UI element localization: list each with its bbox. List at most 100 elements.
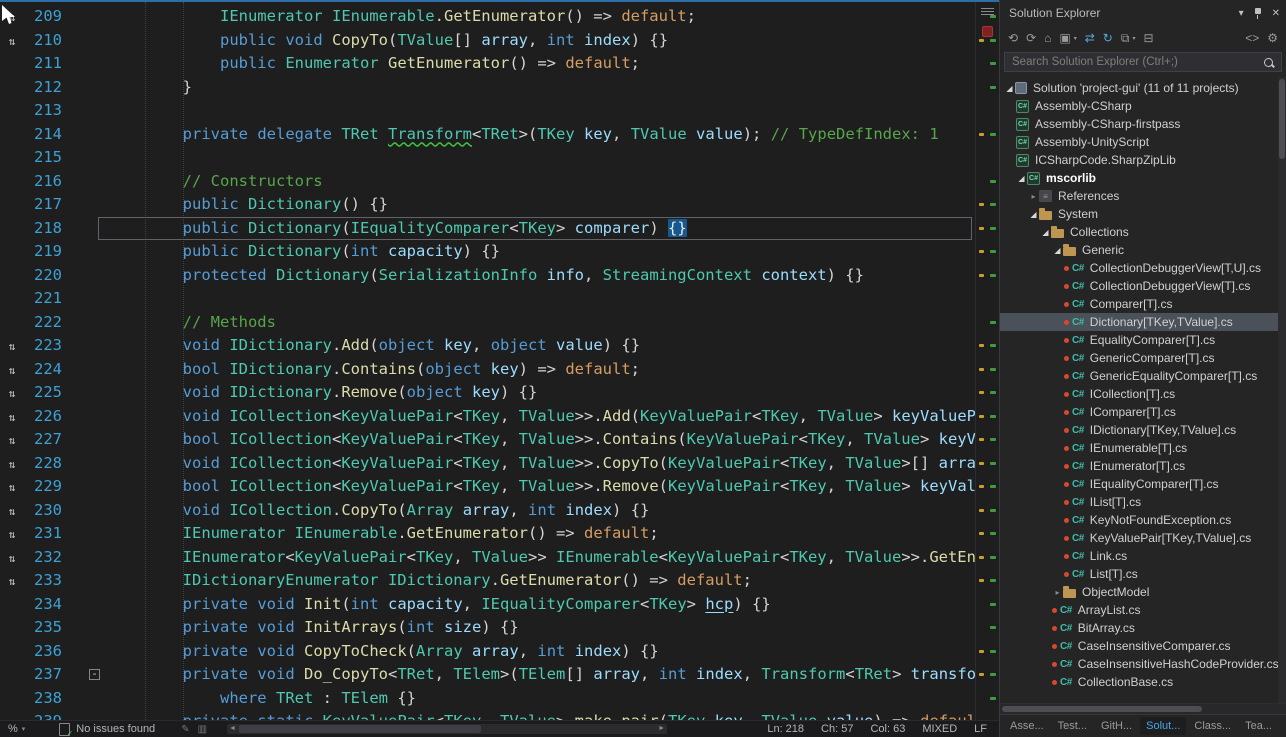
editor-horizontal-scrollbar[interactable]: ◄ ►: [227, 724, 667, 734]
line-number[interactable]: 209: [24, 5, 67, 29]
glyph-margin[interactable]: [0, 99, 24, 123]
collapse-icon[interactable]: ◢: [1004, 84, 1015, 93]
code-text[interactable]: void ICollection.CopyTo(Array array, int…: [108, 499, 649, 523]
line-number[interactable]: 228: [24, 452, 67, 476]
zoom-dropdown[interactable]: % ▾: [0, 723, 35, 735]
tree-item[interactable]: C#GenericComparer[T].cs: [1000, 349, 1286, 367]
tree-item[interactable]: C#EqualityComparer[T].cs: [1000, 331, 1286, 349]
tree-item[interactable]: ▸ObjectModel: [1000, 583, 1286, 601]
line-number[interactable]: 211: [24, 52, 67, 76]
glyph-margin[interactable]: [0, 217, 24, 241]
line-number[interactable]: 227: [24, 428, 67, 452]
outlining-margin[interactable]: [67, 640, 108, 664]
glyph-margin[interactable]: [0, 123, 24, 147]
tree-item[interactable]: C#Assembly-UnityScript: [1000, 133, 1286, 151]
tree-item[interactable]: C#IEnumerable[T].cs: [1000, 439, 1286, 457]
code-line[interactable]: 214 private delegate TRet Transform<TRet…: [0, 123, 975, 147]
search-icon[interactable]: [1264, 58, 1273, 67]
code-line[interactable]: 211 public Enumerator GetEnumerator() =>…: [0, 52, 975, 76]
glyph-margin[interactable]: ⇅: [0, 452, 24, 476]
code-text[interactable]: // Methods: [108, 311, 276, 335]
tree-item[interactable]: C#IComparer[T].cs: [1000, 403, 1286, 421]
tree-vertical-scrollbar[interactable]: [1278, 77, 1286, 703]
code-line[interactable]: 221: [0, 287, 975, 311]
tree-item[interactable]: C#CaseInsensitiveHashCodeProvider.cs: [1000, 655, 1286, 673]
line-number[interactable]: 237: [24, 663, 67, 687]
home-icon[interactable]: ⌂: [1044, 32, 1051, 44]
outlining-margin[interactable]: [67, 52, 108, 76]
implements-icon[interactable]: ⇅: [9, 434, 16, 447]
outlining-margin[interactable]: [67, 428, 108, 452]
outlining-margin[interactable]: [67, 593, 108, 617]
outlining-margin[interactable]: [67, 311, 108, 335]
code-line[interactable]: 222 // Methods: [0, 311, 975, 335]
line-number[interactable]: 234: [24, 593, 67, 617]
outlining-margin[interactable]: [67, 264, 108, 288]
line-number[interactable]: 236: [24, 640, 67, 664]
code-line[interactable]: 219 public Dictionary(int capacity) {}: [0, 240, 975, 264]
glyph-margin[interactable]: ⇅: [0, 499, 24, 523]
code-line[interactable]: ⇅227 bool ICollection<KeyValuePair<TKey,…: [0, 428, 975, 452]
implements-icon[interactable]: ⇅: [9, 35, 16, 48]
line-number[interactable]: 232: [24, 546, 67, 570]
code-text[interactable]: IEnumerator<KeyValuePair<TKey, TValue>> …: [108, 546, 975, 570]
outlining-margin[interactable]: [67, 217, 108, 241]
outlining-margin[interactable]: [67, 522, 108, 546]
line-number[interactable]: 233: [24, 569, 67, 593]
code-text[interactable]: IDictionaryEnumerator IDictionary.GetEnu…: [108, 569, 752, 593]
glyph-margin[interactable]: ⇅: [0, 358, 24, 382]
glyph-margin[interactable]: [0, 146, 24, 170]
scrollbar-thumb[interactable]: [239, 725, 481, 733]
code-line[interactable]: 215: [0, 146, 975, 170]
code-line[interactable]: ⇅225 void IDictionary.Remove(object key)…: [0, 381, 975, 405]
code-line[interactable]: 239 private static KeyValuePair<TKey, TV…: [0, 710, 975, 720]
tree-item[interactable]: C#ICSharpCode.SharpZipLib: [1000, 151, 1286, 169]
outlining-margin[interactable]: [67, 240, 108, 264]
code-line[interactable]: ⇅210 public void CopyTo(TValue[] array, …: [0, 29, 975, 53]
code-text[interactable]: void ICollection<KeyValuePair<TKey, TVal…: [108, 405, 975, 429]
code-text[interactable]: bool IDictionary.Contains(object key) =>…: [108, 358, 640, 382]
code-line[interactable]: 212 }: [0, 76, 975, 100]
expand-icon[interactable]: ▸: [1052, 588, 1063, 597]
glyph-margin[interactable]: [0, 311, 24, 335]
outlining-margin[interactable]: -: [67, 663, 108, 687]
line-number[interactable]: 222: [24, 311, 67, 335]
tree-item[interactable]: C#Dictionary[TKey,TValue].cs: [1000, 313, 1286, 331]
line-number[interactable]: 229: [24, 475, 67, 499]
code-text[interactable]: private void CopyToCheck(Array array, in…: [108, 640, 659, 664]
implements-icon[interactable]: ⇅: [9, 575, 16, 588]
chevron-down-icon[interactable]: ▾: [1132, 35, 1135, 42]
code-line[interactable]: ⇅228 void ICollection<KeyValuePair<TKey,…: [0, 452, 975, 476]
tree-item[interactable]: C#List[T].cs: [1000, 565, 1286, 583]
scroll-left-icon[interactable]: ◄: [229, 724, 236, 734]
code-text[interactable]: private delegate TRet Transform<TRet>(TK…: [108, 123, 939, 147]
glyph-margin[interactable]: [0, 170, 24, 194]
health-indicator[interactable]: No issues found: [59, 723, 155, 736]
view-code-icon[interactable]: <>: [1245, 32, 1259, 44]
tree-item[interactable]: C#CollectionDebuggerView[T,U].cs: [1000, 259, 1286, 277]
scrollbar-thumb[interactable]: [1002, 706, 1202, 712]
tree-item[interactable]: C#ArrayList.cs: [1000, 601, 1286, 619]
code-text[interactable]: bool ICollection<KeyValuePair<TKey, TVal…: [108, 475, 975, 499]
outlining-margin[interactable]: [67, 452, 108, 476]
close-icon[interactable]: ✕: [1272, 8, 1280, 19]
collapse-icon[interactable]: ◢: [1028, 210, 1039, 219]
scroll-right-icon[interactable]: ►: [658, 724, 665, 734]
line-number[interactable]: 230: [24, 499, 67, 523]
tree-item[interactable]: C#Link.cs: [1000, 547, 1286, 565]
code-line[interactable]: 216 // Constructors: [0, 170, 975, 194]
implements-icon[interactable]: ⇅: [9, 481, 16, 494]
line-number[interactable]: 210: [24, 29, 67, 53]
glyph-margin[interactable]: [0, 663, 24, 687]
outlining-margin[interactable]: [67, 710, 108, 720]
implements-icon[interactable]: ⇅: [9, 505, 16, 518]
glyph-margin[interactable]: [0, 240, 24, 264]
sync-with-active-document-icon[interactable]: ⇄: [1085, 32, 1095, 44]
forward-icon[interactable]: ⟳: [1026, 32, 1036, 44]
glyph-margin[interactable]: [0, 593, 24, 617]
tool-window-tab[interactable]: Tea...: [1239, 717, 1278, 735]
fold-collapse-icon[interactable]: -: [89, 669, 100, 680]
code-line[interactable]: 234 private void Init(int capacity, IEqu…: [0, 593, 975, 617]
glyph-margin[interactable]: ⇅: [0, 428, 24, 452]
outlining-margin[interactable]: [67, 546, 108, 570]
